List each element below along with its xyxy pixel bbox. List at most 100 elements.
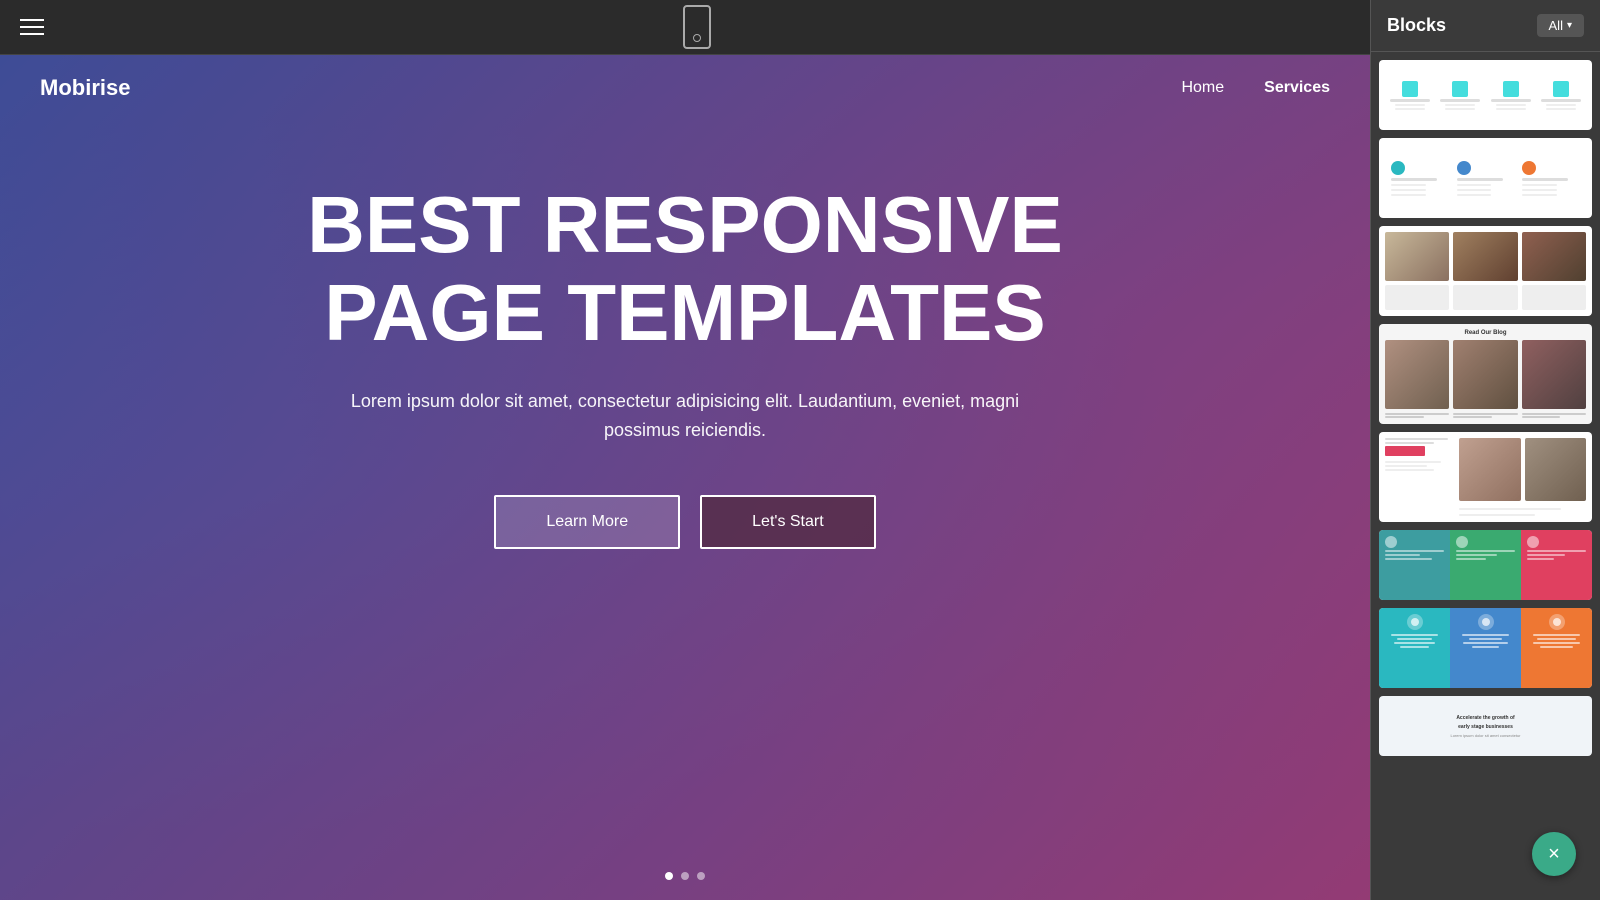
thumb-line-sm: [1457, 184, 1492, 186]
thumb-line-sm2: [1457, 189, 1492, 191]
thumb7-inner3: [1553, 618, 1561, 626]
nav-services[interactable]: Services: [1264, 79, 1330, 97]
thumb-photo-3: [1522, 232, 1586, 281]
thumb-conf-badge: [1385, 446, 1425, 456]
thumb7-line11: [1533, 642, 1580, 644]
thumb-line: [1491, 99, 1531, 102]
thumb-blog-photo-3: [1522, 340, 1586, 409]
thumb-line-sm: [1522, 184, 1557, 186]
hero-navbar: Mobirise Home Services: [0, 55, 1370, 121]
mobile-device-icon[interactable]: [683, 5, 711, 49]
thumb-line-sm: [1385, 416, 1424, 418]
thumb-icon: [1553, 81, 1569, 97]
hero-title-line1: BEST RESPONSIVE: [307, 180, 1063, 269]
filter-all-button[interactable]: All: [1537, 14, 1584, 37]
thumb-photo-2: [1453, 232, 1517, 281]
block-thumb-colored-icons[interactable]: [1379, 138, 1592, 218]
block-thumb-conference[interactable]: [1379, 432, 1592, 522]
thumb-conf-photo-1: [1459, 438, 1521, 501]
thumb6-line1: [1385, 550, 1444, 552]
thumb8-sub: Lorem ipsum dolor sit amet consectetur: [1450, 733, 1520, 738]
thumb-line-sm: [1395, 104, 1425, 106]
thumb-line-sm2: [1546, 108, 1576, 110]
thumb-conf-line4: [1385, 465, 1427, 467]
thumb6-line2: [1385, 554, 1420, 556]
toolbar-left: [20, 19, 44, 35]
hero-section: Mobirise Home Services BEST RESPONSIVE P…: [0, 55, 1370, 900]
thumb-photo-1: [1385, 232, 1449, 281]
hero-content: BEST RESPONSIVE PAGE TEMPLATES Lorem ips…: [0, 121, 1370, 609]
thumb-2-icon: [1457, 161, 1471, 175]
thumb-line-sm3: [1391, 194, 1426, 196]
thumb-line-sm: [1391, 184, 1426, 186]
thumb7-inner2: [1482, 618, 1490, 626]
thumb7-line1: [1391, 634, 1438, 636]
thumb-4-header: Read Our Blog: [1385, 330, 1586, 336]
panel-header: Blocks All: [1371, 0, 1600, 52]
thumb-text-area2: [1453, 285, 1517, 310]
brand-logo: Mobirise: [40, 75, 130, 101]
block-thumb-photo-grid[interactable]: [1379, 226, 1592, 316]
thumb-line: [1390, 99, 1430, 102]
close-fab-button[interactable]: ×: [1532, 832, 1576, 876]
thumb7-icon2: [1478, 614, 1494, 630]
thumb7-line4: [1400, 646, 1430, 648]
lets-start-button[interactable]: Let's Start: [700, 495, 876, 549]
thumb-conf-line2: [1385, 442, 1434, 444]
thumb-conf-photo-2: [1525, 438, 1587, 501]
thumb7-line3: [1394, 642, 1435, 644]
thumb7-line12: [1540, 646, 1572, 648]
carousel-dots: [665, 872, 705, 880]
thumb-line: [1453, 413, 1517, 415]
thumb7-icon1: [1407, 614, 1423, 630]
hamburger-menu[interactable]: [20, 19, 44, 35]
thumb-line-sm: [1522, 416, 1561, 418]
thumb-blog-photo-1: [1385, 340, 1449, 409]
thumb-conf-caption2: [1459, 514, 1535, 516]
block-thumb-features-icons[interactable]: [1379, 60, 1592, 130]
thumb-line: [1541, 99, 1581, 102]
thumb7-line7: [1463, 642, 1507, 644]
thumb-line: [1391, 178, 1437, 181]
nav-links: Home Services: [1181, 79, 1330, 97]
nav-home[interactable]: Home: [1181, 79, 1224, 97]
carousel-dot-3[interactable]: [697, 872, 705, 880]
thumb6-line9: [1527, 558, 1554, 560]
thumb-conf-caption: [1459, 508, 1561, 510]
thumb6-icon3: [1527, 536, 1539, 548]
thumb-icon: [1402, 81, 1418, 97]
block-thumb-landing[interactable]: Accelerate the growth of early stage bus…: [1379, 696, 1592, 756]
thumb6-line6: [1456, 558, 1486, 560]
block-thumb-colored-features[interactable]: [1379, 530, 1592, 600]
blocks-panel: Blocks All: [1370, 0, 1600, 900]
thumb-line-sm3: [1457, 194, 1492, 196]
thumb-text-area: [1385, 285, 1449, 310]
thumb-line-sm2: [1496, 108, 1526, 110]
thumb-line: [1457, 178, 1503, 181]
panel-title: Blocks: [1387, 15, 1446, 36]
hero-buttons: Learn More Let's Start: [494, 495, 875, 549]
thumb-line-sm3: [1522, 194, 1557, 196]
thumb7-line6: [1469, 638, 1501, 640]
block-thumb-3col-colored[interactable]: [1379, 608, 1592, 688]
thumb6-line5: [1456, 554, 1497, 556]
thumb-blog-photo-2: [1453, 340, 1517, 409]
thumb-line-sm2: [1522, 189, 1557, 191]
thumb-line-sm2: [1395, 108, 1425, 110]
thumb7-line2: [1397, 638, 1432, 640]
carousel-dot-1[interactable]: [665, 872, 673, 880]
thumb-line-sm: [1445, 104, 1475, 106]
thumb6-icon1: [1385, 536, 1397, 548]
thumb-line-sm2: [1445, 108, 1475, 110]
thumb-line-sm: [1496, 104, 1526, 106]
thumb7-line10: [1537, 638, 1575, 640]
block-thumb-blog-grid[interactable]: Read Our Blog: [1379, 324, 1592, 424]
learn-more-button[interactable]: Learn More: [494, 495, 680, 549]
thumb6-line4: [1456, 550, 1515, 552]
thumb-conf-line5: [1385, 469, 1434, 471]
hero-subtitle: Lorem ipsum dolor sit amet, consectetur …: [335, 387, 1035, 445]
thumb7-inner1: [1411, 618, 1419, 626]
thumb6-line8: [1527, 554, 1565, 556]
carousel-dot-2[interactable]: [681, 872, 689, 880]
thumb-line: [1385, 413, 1449, 415]
